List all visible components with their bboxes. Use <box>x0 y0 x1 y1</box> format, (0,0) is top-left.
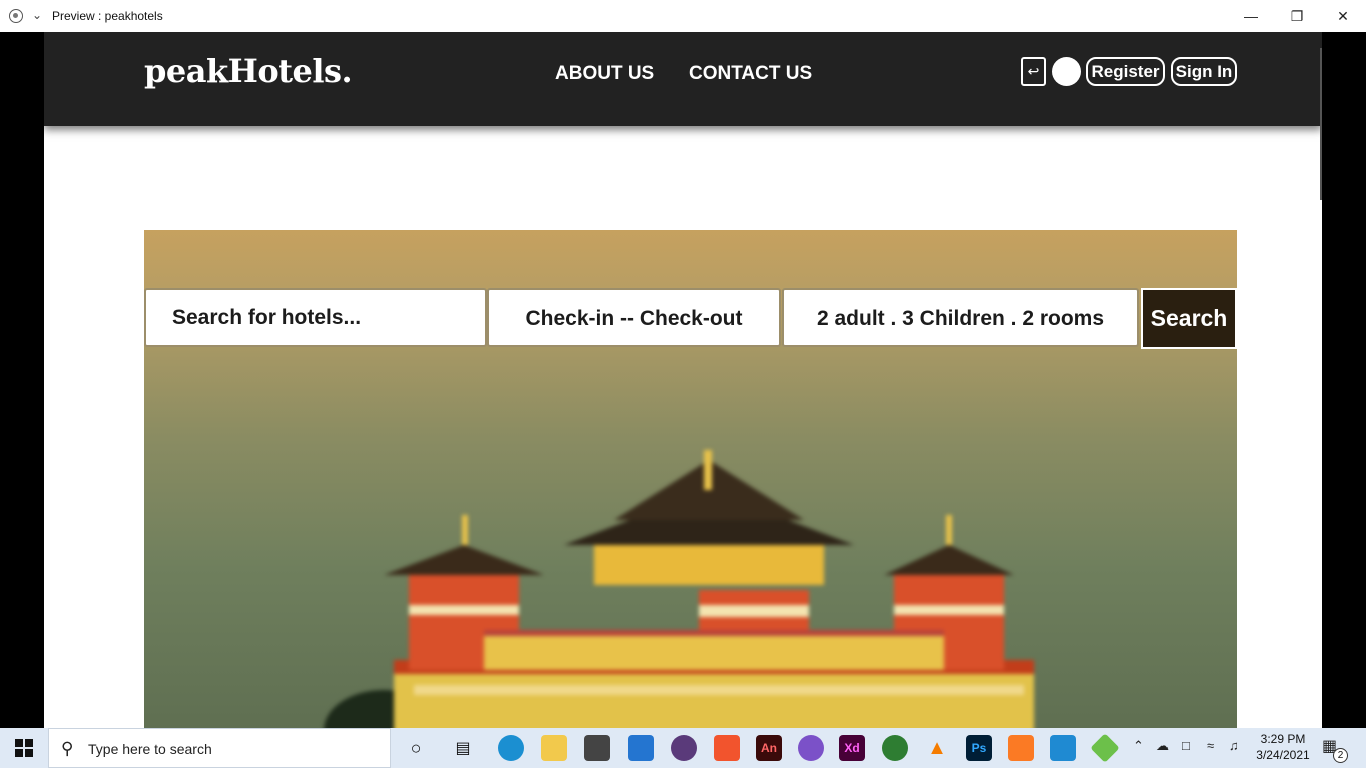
windows-taskbar: ⚲ Type here to search ○ ▤ An Xd ▲ Ps ⌃ ☁… <box>0 728 1366 768</box>
edge-icon[interactable] <box>498 735 524 761</box>
minimize-button[interactable]: — <box>1228 0 1274 32</box>
store-icon[interactable] <box>584 735 610 761</box>
cortana-icon[interactable]: ○ <box>403 735 429 761</box>
taskbar-search-placeholder: Type here to search <box>88 741 212 757</box>
system-clock[interactable]: 3:29 PM 3/24/2021 <box>1256 731 1310 763</box>
vscode-icon[interactable] <box>1050 735 1076 761</box>
guests-rooms-selector[interactable]: 2 adult . 3 Children . 2 rooms <box>782 288 1139 347</box>
page-viewport: peakHotels. ABOUT US CONTACT US ↩ Regist… <box>44 32 1322 728</box>
vlc-icon[interactable]: ▲ <box>924 735 950 761</box>
affinity-icon[interactable] <box>671 735 697 761</box>
file-explorer-icon[interactable] <box>541 735 567 761</box>
app-icon <box>9 9 23 23</box>
window-frame-right <box>1322 32 1366 728</box>
site-navbar: peakHotels. ABOUT US CONTACT US ↩ Regist… <box>44 32 1322 126</box>
taskbar-search-box[interactable]: ⚲ Type here to search <box>48 728 391 768</box>
register-button[interactable]: Register <box>1086 57 1165 86</box>
clock-date: 3/24/2021 <box>1256 748 1310 762</box>
close-button[interactable]: ✕ <box>1320 0 1366 32</box>
window-frame-left <box>0 32 44 728</box>
task-view-icon[interactable]: ▤ <box>450 735 476 761</box>
windows-logo-icon <box>15 739 33 757</box>
chevron-down-icon[interactable]: ⌄ <box>32 8 42 22</box>
sign-in-button[interactable]: Sign In <box>1171 57 1237 86</box>
start-button[interactable] <box>0 728 48 768</box>
xd-icon[interactable]: Xd <box>839 735 865 761</box>
viber-icon[interactable] <box>798 735 824 761</box>
notification-badge: 2 <box>1333 748 1348 763</box>
nav-about-us[interactable]: ABOUT US <box>555 63 654 85</box>
brave-icon[interactable] <box>714 735 740 761</box>
date-range-picker[interactable]: Check-in -- Check-out <box>487 288 781 347</box>
device-icon[interactable]: □ <box>1182 738 1190 753</box>
network-error-icon[interactable]: ☁ <box>1156 738 1169 754</box>
mail-icon[interactable] <box>628 735 654 761</box>
nav-contact-us[interactable]: CONTACT US <box>689 63 812 85</box>
git-icon[interactable] <box>1090 733 1120 763</box>
chevron-up-icon[interactable]: ⌃ <box>1133 738 1144 754</box>
hotel-search-input[interactable]: Search for hotels... <box>144 288 487 347</box>
window-titlebar: ⌄ Preview : peakhotels — ❐ ✕ <box>0 0 1366 32</box>
search-icon: ⚲ <box>61 739 74 758</box>
page-scrollbar[interactable] <box>1320 48 1322 200</box>
restore-button[interactable]: ❐ <box>1274 0 1320 32</box>
xampp-icon[interactable] <box>1008 735 1034 761</box>
search-button[interactable]: Search <box>1141 288 1237 349</box>
wifi-icon[interactable]: ≈ <box>1207 738 1214 753</box>
photoshop-icon[interactable]: Ps <box>966 735 992 761</box>
avatar[interactable] <box>1052 57 1081 86</box>
logout-icon[interactable]: ↩ <box>1021 57 1046 86</box>
globe-icon[interactable] <box>882 735 908 761</box>
window-title: Preview : peakhotels <box>52 9 163 23</box>
clock-time: 3:29 PM <box>1260 732 1306 746</box>
site-logo[interactable]: peakHotels. <box>144 52 353 90</box>
animate-icon[interactable]: An <box>756 735 782 761</box>
volume-icon[interactable]: ♫ <box>1229 738 1239 753</box>
